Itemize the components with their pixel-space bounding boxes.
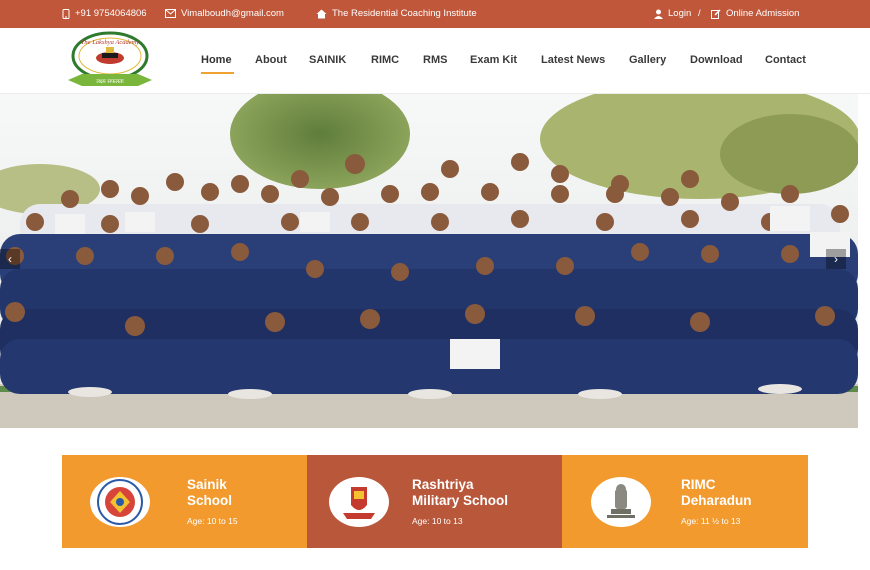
logo-banner-text: लक्ष्य सफलता [96, 79, 124, 85]
logo-top-text: The Lakshya Academy [81, 39, 139, 46]
card-title-line1: Rashtriya [412, 477, 474, 492]
phone-number: +91 9754064806 [75, 8, 147, 19]
user-icon [654, 9, 663, 19]
nav-contact[interactable]: Contact [765, 54, 806, 66]
email-address: Vimalboudh@gmail.com [181, 8, 284, 19]
sainik-emblem-icon [90, 477, 150, 527]
hero-slider: ‹ › [0, 94, 858, 428]
login-label: Login [668, 8, 692, 19]
nav-latest-news[interactable]: Latest News [541, 54, 605, 66]
home-icon [316, 9, 327, 18]
card-title-line1: RIMC [681, 477, 716, 492]
main-nav: Home About SAINIK RIMC RMS Exam Kit Late… [0, 54, 870, 74]
nav-about[interactable]: About [255, 54, 287, 66]
top-bar: +91 9754064806 Vimalboudh@gmail.com The … [0, 0, 870, 28]
tagline-text: The Residential Coaching Institute [332, 8, 477, 19]
nav-exam-kit[interactable]: Exam Kit [470, 54, 517, 66]
phone-contact[interactable]: +91 9754064806 [62, 8, 147, 19]
tagline: The Residential Coaching Institute [316, 8, 477, 19]
card-title-line2: School [187, 493, 233, 508]
card-age: Age: 10 to 15 [187, 516, 238, 526]
phone-icon [62, 8, 70, 19]
slider-prev-button[interactable]: ‹ [0, 249, 20, 269]
email-contact[interactable]: Vimalboudh@gmail.com [165, 8, 284, 19]
separator-text: / [698, 8, 701, 19]
slider-next-button[interactable]: › [826, 249, 846, 269]
card-rashtriya-military-school[interactable]: Rashtriya Military School Age: 10 to 13 [307, 455, 562, 548]
nav-gallery[interactable]: Gallery [629, 54, 666, 66]
card-title-line2: Deharadun [681, 493, 752, 508]
nav-download[interactable]: Download [690, 54, 743, 66]
nav-rimc[interactable]: RIMC [371, 54, 399, 66]
rms-emblem-icon [329, 477, 389, 527]
active-nav-indicator [201, 72, 234, 74]
login-link[interactable]: Login [654, 8, 691, 19]
online-admission-link[interactable]: Online Admission [711, 8, 799, 19]
online-admission-label: Online Admission [726, 8, 800, 19]
topbar-separator: / [698, 8, 701, 19]
card-title: RIMC Deharadun [681, 477, 752, 509]
nav-home[interactable]: Home [201, 54, 232, 66]
school-cards: Sainik School Age: 10 to 15 Rashtriya Mi… [62, 455, 808, 548]
nav-rms[interactable]: RMS [423, 54, 447, 66]
card-age: Age: 10 to 13 [412, 516, 463, 526]
card-title: Sainik School [187, 477, 232, 509]
rimc-emblem-icon [591, 477, 651, 527]
site-header: The Lakshya Academy लक्ष्य सफलता Home Ab… [0, 28, 870, 94]
group-photo [0, 94, 858, 428]
card-title: Rashtriya Military School [412, 477, 508, 509]
card-age: Age: 11 ½ to 13 [681, 516, 741, 526]
card-title-line2: Military School [412, 493, 509, 508]
card-title-line1: Sainik [187, 477, 227, 492]
edit-icon [711, 8, 721, 19]
envelope-icon [165, 9, 176, 18]
card-rimc-deharadun[interactable]: RIMC Deharadun Age: 11 ½ to 13 [562, 455, 808, 548]
nav-sainik[interactable]: SAINIK [309, 54, 346, 66]
card-sainik-school[interactable]: Sainik School Age: 10 to 15 [62, 455, 307, 548]
